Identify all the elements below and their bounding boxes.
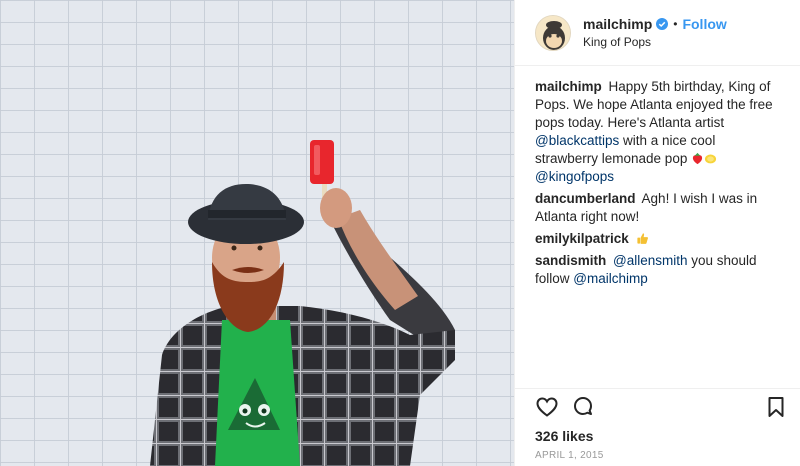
- post-side-panel: mailchimp • Follow King of Pops mailchim…: [514, 0, 800, 466]
- fedora-hat: [188, 184, 304, 244]
- comment: sandismith @allensmith you should follow…: [535, 252, 780, 288]
- mention-link[interactable]: @kingofpops: [535, 169, 614, 184]
- post-actions-bar: [515, 388, 800, 424]
- mention-link[interactable]: @mailchimp: [573, 271, 647, 286]
- strawberry-emoji-icon: [692, 152, 703, 165]
- instagram-post: mailchimp • Follow King of Pops mailchim…: [0, 0, 800, 466]
- bookmark-icon[interactable]: [764, 395, 788, 419]
- mention-link[interactable]: @allensmith: [613, 253, 687, 268]
- heart-icon[interactable]: [535, 395, 559, 419]
- mention-link[interactable]: @blackcattips: [535, 133, 619, 148]
- follow-button[interactable]: Follow: [682, 16, 726, 32]
- header-separator: •: [673, 16, 678, 31]
- mailchimp-freddie-logo-icon: [536, 15, 570, 50]
- post-author-username[interactable]: mailchimp: [583, 16, 652, 32]
- comment: emilykilpatrick: [535, 230, 780, 248]
- comment-username[interactable]: sandismith: [535, 253, 606, 268]
- comment-username[interactable]: dancumberland: [535, 191, 636, 206]
- lemon-emoji-icon: [705, 154, 717, 164]
- comment: dancumberland Agh! I wish I was in Atlan…: [535, 190, 780, 226]
- post-header: mailchimp • Follow King of Pops: [515, 0, 800, 66]
- post-date[interactable]: APRIL 1, 2015: [515, 448, 800, 466]
- comment-username[interactable]: mailchimp: [535, 79, 602, 94]
- caption-comment: mailchimp Happy 5th birthday, King of Po…: [535, 78, 780, 186]
- avatar[interactable]: [535, 14, 571, 51]
- post-location[interactable]: King of Pops: [583, 34, 727, 50]
- post-photo[interactable]: [0, 0, 514, 466]
- comment-username[interactable]: emilykilpatrick: [535, 231, 629, 246]
- comments-list: mailchimp Happy 5th birthday, King of Po…: [515, 66, 800, 388]
- comment-icon[interactable]: [571, 395, 595, 419]
- verified-badge-icon: [656, 17, 669, 30]
- likes-count[interactable]: 326 likes: [515, 424, 800, 448]
- photo-illustration: [150, 140, 455, 466]
- thumbs-up-emoji-icon: [636, 233, 648, 244]
